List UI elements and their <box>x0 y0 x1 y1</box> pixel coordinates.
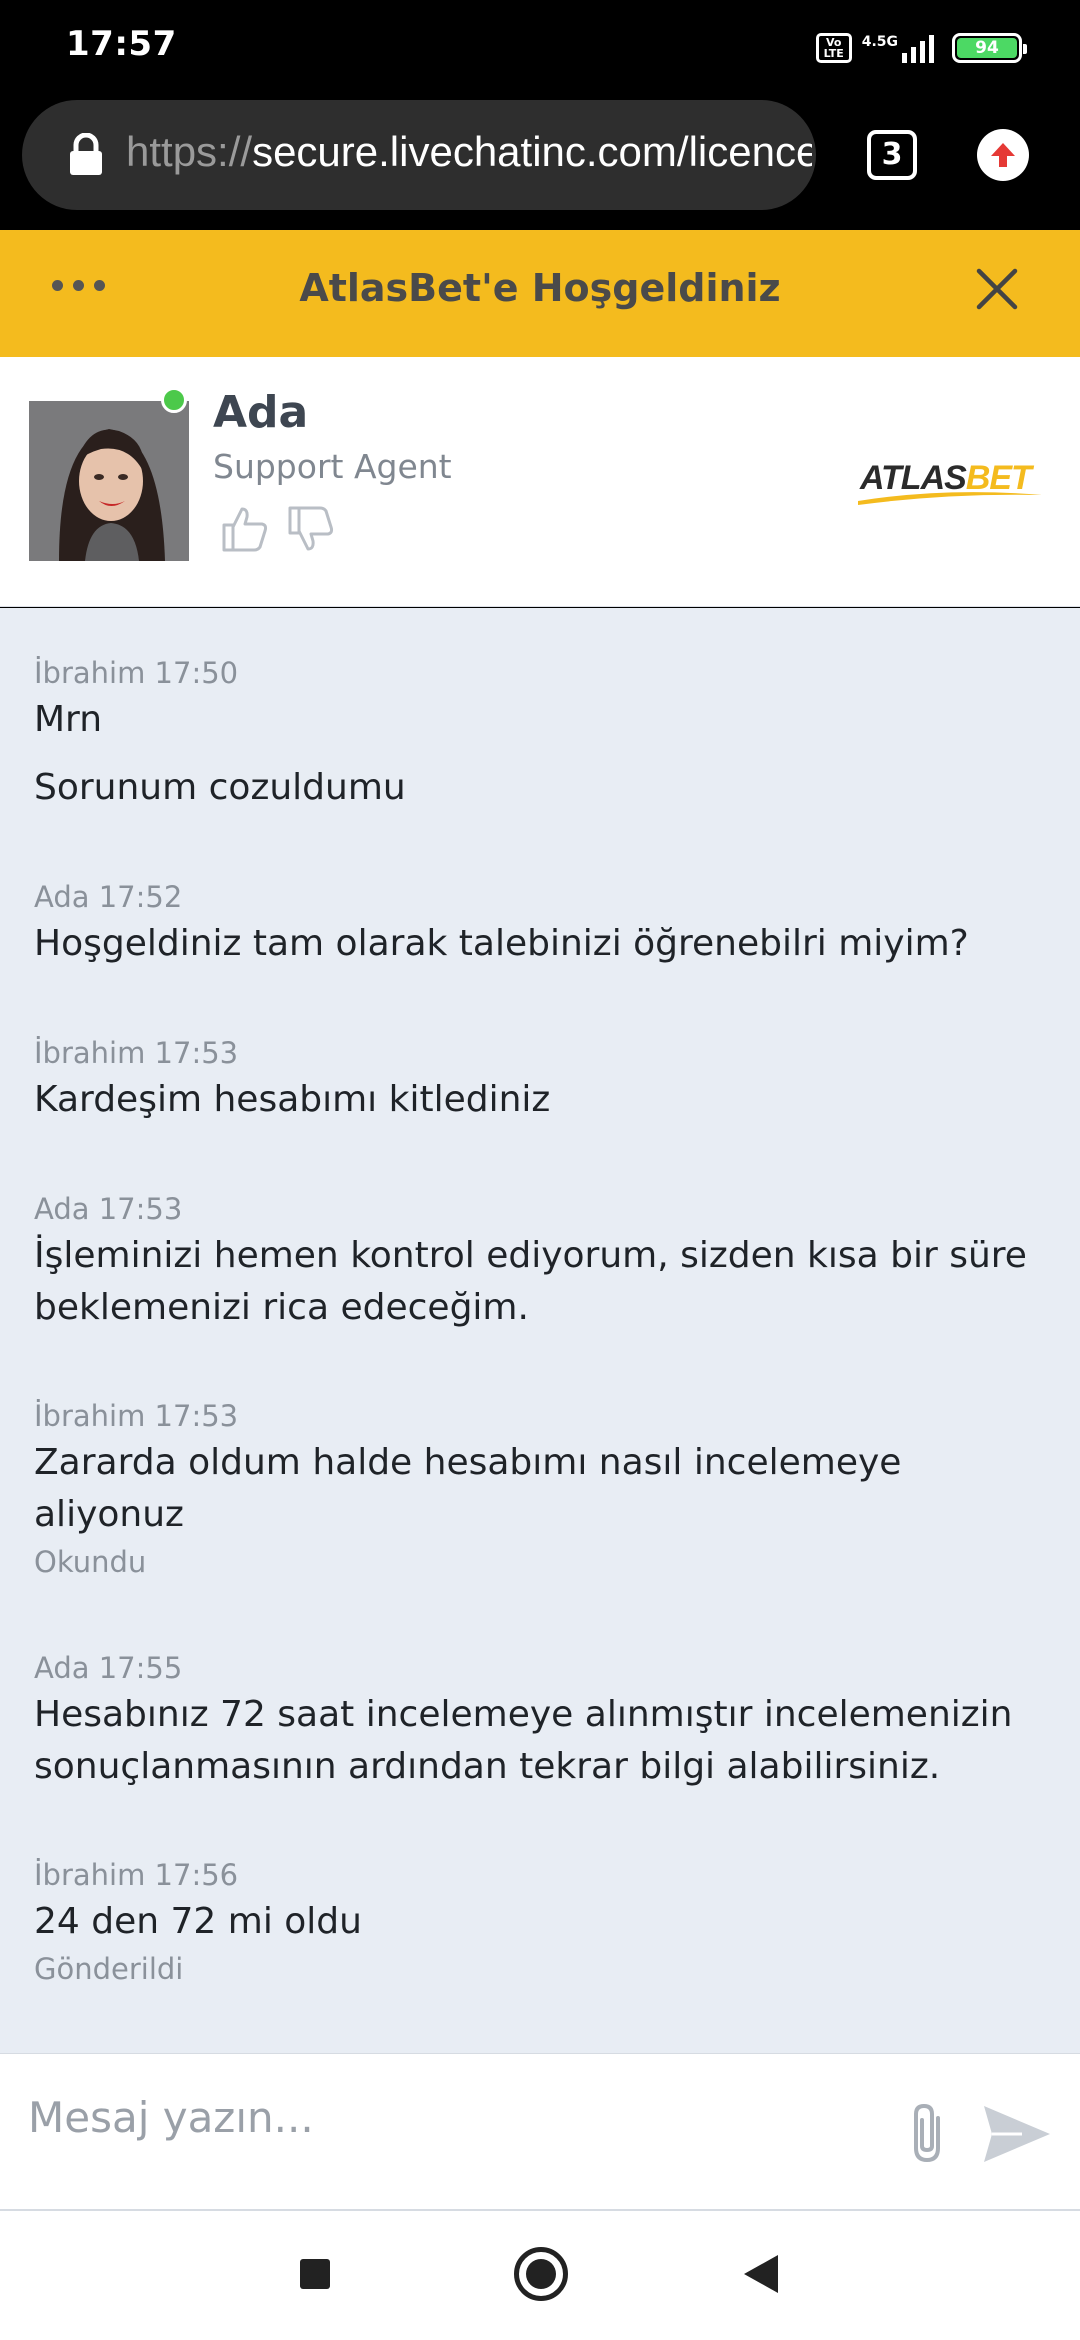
recents-button[interactable] <box>300 2259 330 2289</box>
status-time: 17:57 <box>66 24 177 64</box>
message-status: Gönderildi <box>34 1952 184 1986</box>
battery-icon: 94 <box>952 33 1027 63</box>
message-meta: İbrahim 17:50 <box>34 656 239 690</box>
message-meta: Ada 17:55 <box>34 1651 183 1685</box>
back-button[interactable] <box>744 2255 778 2293</box>
message-text: Kardeşim hesabımı kitlediniz <box>34 1079 551 1120</box>
message-meta: Ada 17:52 <box>34 880 183 914</box>
message-status: Okundu <box>34 1545 147 1579</box>
chat-header: AtlasBet'e Hoşgeldiniz <box>0 230 1080 357</box>
send-icon[interactable] <box>982 2104 1052 2164</box>
message-meta: Ada 17:53 <box>34 1192 183 1226</box>
battery-level: 94 <box>957 38 1017 58</box>
message-text: İşleminizi hemen kontrol ediyorum, sizde… <box>34 1235 1027 1328</box>
volte-bottom-label: LTE <box>823 47 844 60</box>
message-meta: İbrahim 17:53 <box>34 1399 239 1433</box>
agent-card: Ada Support Agent ATLASBET <box>0 357 1080 607</box>
message-item: İbrahim 17:53 Kardeşim hesabımı kitledin… <box>34 1036 1044 1126</box>
svg-text:ATLASBET: ATLASBET <box>859 459 1035 497</box>
message-text: Mrn <box>34 699 103 740</box>
url-text: https://secure.livechatinc.com/licence <box>126 128 812 176</box>
thumbs-up-icon[interactable] <box>220 505 270 553</box>
message-item: Ada 17:55 Hesabınız 72 saat incelemeye a… <box>34 1651 1044 1793</box>
status-bar: 17:57 Vo LTE 4.5G 94 <box>0 0 1080 92</box>
url-bar[interactable]: https://secure.livechatinc.com/licence <box>22 100 816 210</box>
url-host: secure.livechatinc.com/licence <box>252 128 812 175</box>
composer <box>0 2053 1080 2211</box>
network-type: 4.5G <box>861 34 898 50</box>
volte-icon: Vo LTE <box>815 33 852 63</box>
url-scheme: https:// <box>126 128 253 175</box>
message-text: Hoşgeldiniz tam olarak talebinizi öğrene… <box>34 923 969 964</box>
message-text: Zararda oldum halde hesabımı nasıl incel… <box>34 1442 902 1535</box>
message-input[interactable] <box>28 2082 868 2152</box>
message-text: Sorunum cozuldumu <box>34 767 406 808</box>
message-item: Ada 17:52 Hoşgeldiniz tam olarak talebin… <box>34 880 1044 970</box>
paperclip-icon[interactable] <box>902 2100 952 2166</box>
thumbs-down-icon[interactable] <box>286 505 336 553</box>
message-text: 24 den 72 mi oldu <box>34 1901 362 1942</box>
message-item: İbrahim 17:50 Mrn Sorunum cozuldumu <box>34 656 1044 814</box>
status-indicators: Vo LTE 4.5G 94 <box>815 30 1027 66</box>
message-meta: İbrahim 17:56 <box>34 1858 239 1892</box>
message-text: Hesabınız 72 saat incelemeye alınmıştır … <box>34 1694 1013 1787</box>
agent-name: Ada <box>213 387 309 438</box>
tab-switcher-button[interactable]: 3 <box>867 130 917 180</box>
online-status-dot <box>161 387 187 413</box>
message-item: İbrahim 17:56 24 den 72 mi oldu Gönderil… <box>34 1858 1044 1986</box>
lock-icon <box>70 133 102 175</box>
system-navigation-bar <box>0 2211 1080 2340</box>
home-button[interactable] <box>514 2247 568 2301</box>
agent-avatar <box>29 401 189 561</box>
browser-toolbar: https://secure.livechatinc.com/licence 3 <box>0 92 1080 230</box>
signal-icon <box>902 33 934 63</box>
close-icon[interactable] <box>974 266 1020 312</box>
chat-title: AtlasBet'e Hoşgeldiniz <box>299 266 781 310</box>
message-item: Ada 17:53 İşleminizi hemen kontrol ediyo… <box>34 1192 1044 1334</box>
update-button[interactable] <box>977 129 1029 181</box>
agent-role: Support Agent <box>213 447 452 486</box>
upload-arrow-icon <box>991 143 1015 167</box>
atlasbet-logo: ATLASBET <box>858 459 1042 505</box>
message-item: İbrahim 17:53 Zararda oldum halde hesabı… <box>34 1399 1044 1579</box>
message-meta: İbrahim 17:53 <box>34 1036 239 1070</box>
message-list[interactable]: İbrahim 17:50 Mrn Sorunum cozuldumu Ada … <box>0 608 1080 2053</box>
